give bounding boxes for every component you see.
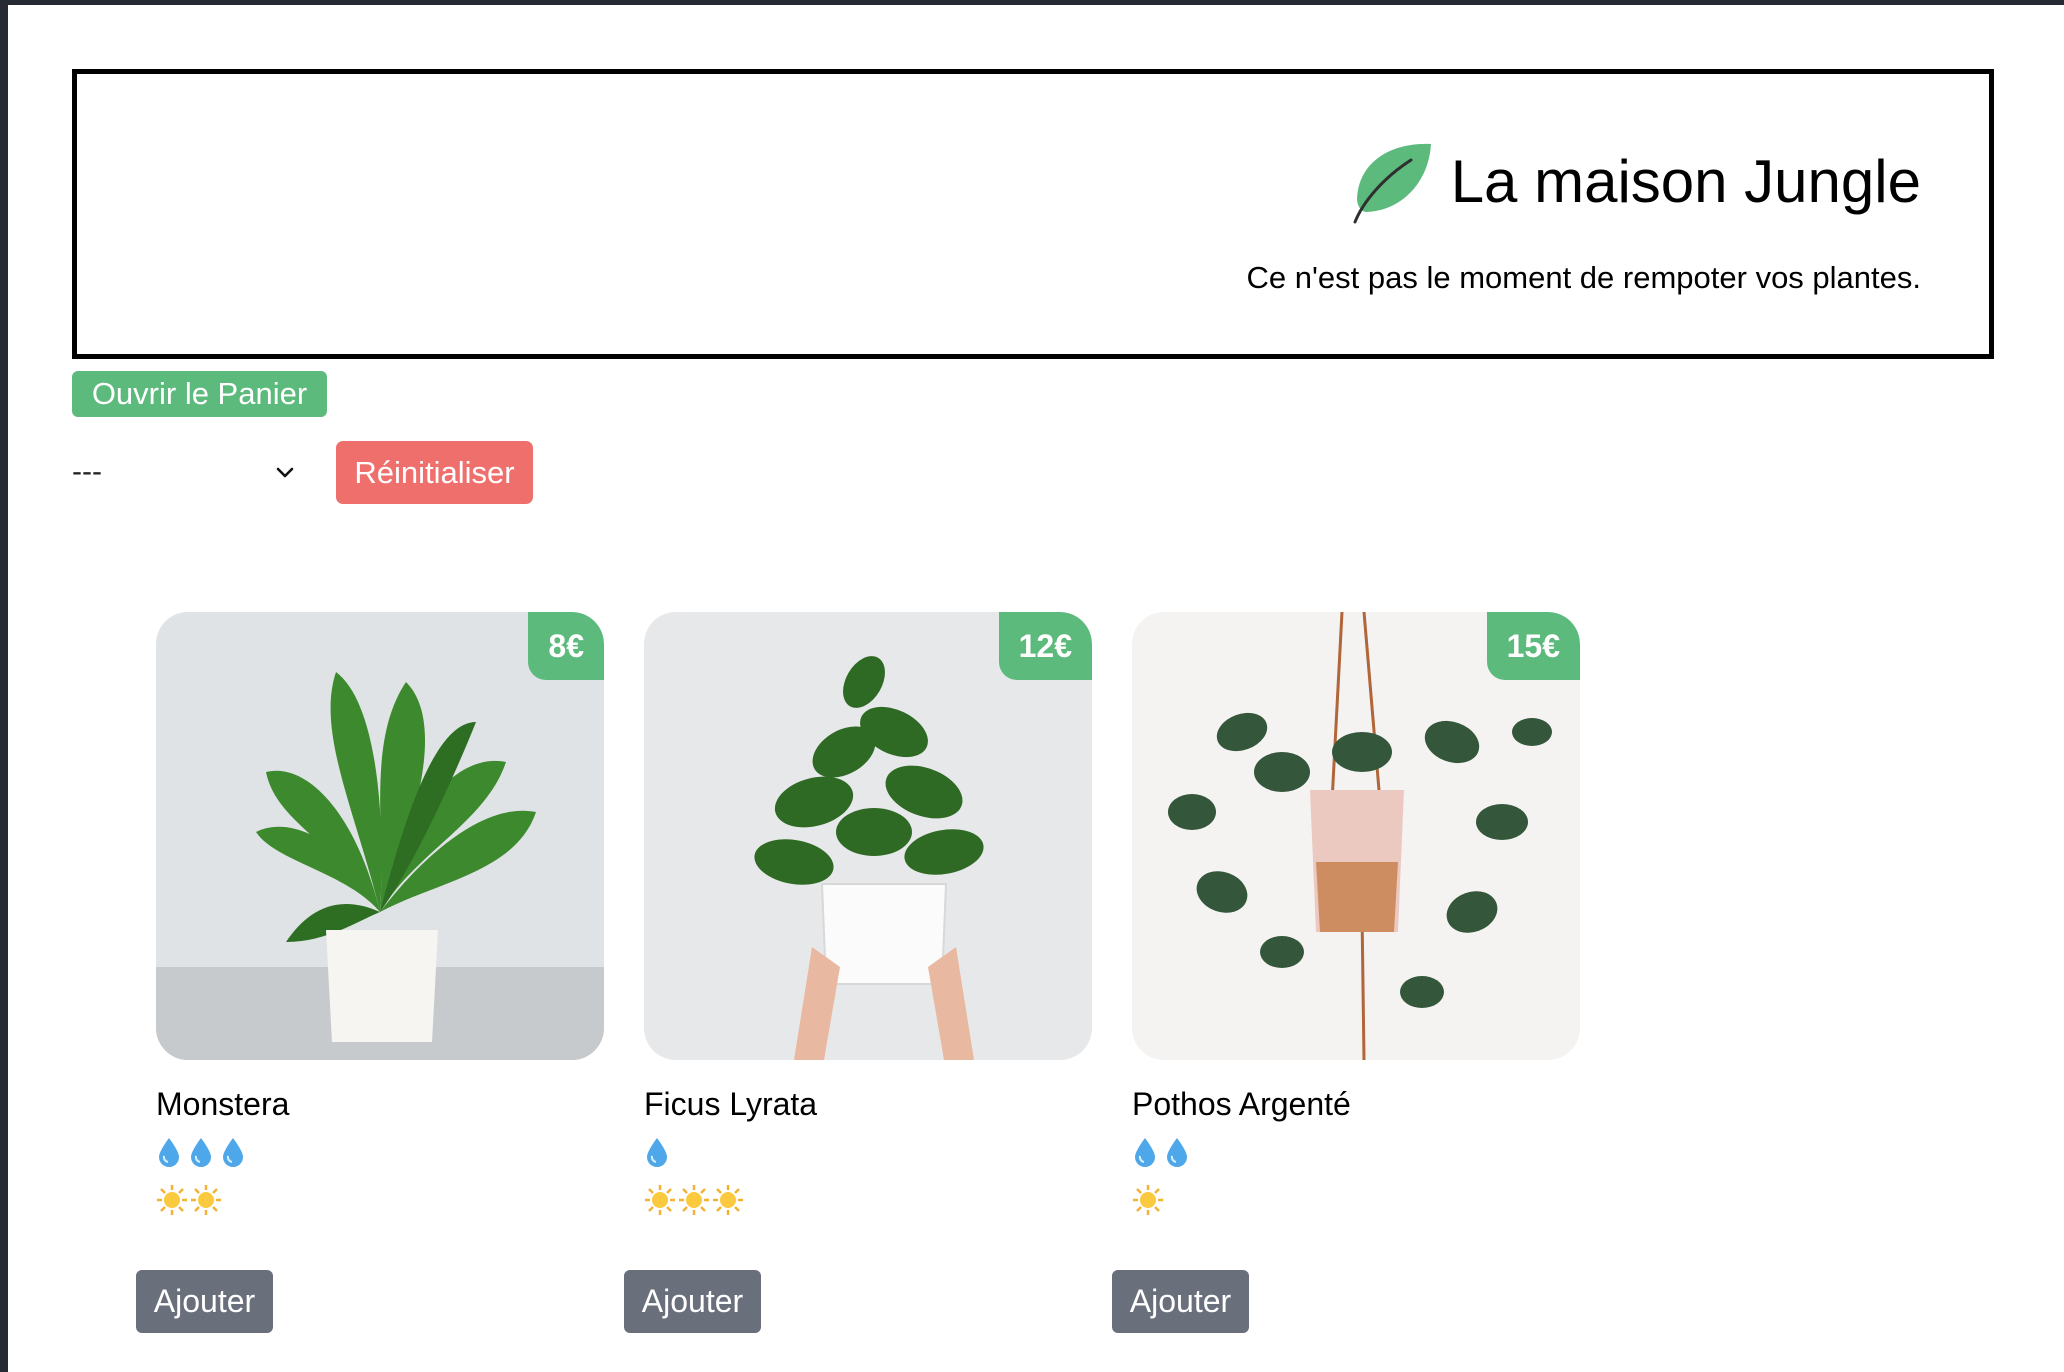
plant-image-ficus-lyrata: 12€ [644,612,1092,1060]
plant-name: Ficus Lyrata [644,1086,818,1122]
sun-icon [645,1185,675,1215]
plant-card-ficus-lyrata: 12€ Ficus Lyrata [644,612,1094,1215]
price-badge: 8€ [528,612,604,680]
plant-name: Pothos Argenté [1132,1086,1351,1122]
light-level [1132,1184,1164,1216]
plant-image-pothos-argente: 15€ [1132,612,1580,1060]
sun-icon [679,1185,709,1215]
water-drop-icon [223,1138,243,1167]
plant-photo [156,612,604,1060]
light-level [156,1184,222,1216]
add-to-cart-button[interactable]: Ajouter [1112,1270,1249,1333]
header-banner: La maison Jungle Ce n'est pas le moment … [72,69,1994,359]
chevron-down-icon [276,467,294,478]
site-title: La maison Jungle [1450,148,1921,215]
category-select[interactable]: --- [72,449,302,495]
add-to-cart-button[interactable]: Ajouter [136,1270,273,1333]
plant-card-monstera: 8€ Monstera [156,612,606,1215]
water-drop-icon [159,1138,179,1167]
category-select-value: --- [72,455,102,488]
water-drop-icon [191,1138,211,1167]
price-badge: 12€ [998,612,1092,680]
sun-icon [191,1185,221,1215]
water-drop-icon [647,1138,667,1167]
open-cart-button[interactable]: Ouvrir le Panier [72,371,327,417]
plant-card-pothos-argente: 15€ Pothos Argenté [1132,612,1582,1215]
plant-image-monstera: 8€ [156,612,604,1060]
water-level [644,1136,670,1168]
sun-icon [1133,1185,1163,1215]
window-frame-left [0,0,8,1372]
water-level [1132,1136,1190,1168]
sun-icon [713,1185,743,1215]
water-drop-icon [1167,1138,1187,1167]
leaf-icon [1353,143,1431,224]
reset-button[interactable]: Réinitialiser [336,441,533,504]
water-level [156,1136,246,1168]
season-message: Ce n'est pas le moment de rempoter vos p… [1246,260,1921,295]
add-to-cart-button[interactable]: Ajouter [624,1270,761,1333]
light-level [644,1184,744,1216]
banner-title-row: La maison Jungle [1349,140,1921,224]
plant-name: Monstera [156,1086,290,1122]
window-frame-top [0,0,2064,5]
sun-icon [157,1185,187,1215]
water-drop-icon [1135,1138,1155,1167]
price-badge: 15€ [1486,612,1580,680]
